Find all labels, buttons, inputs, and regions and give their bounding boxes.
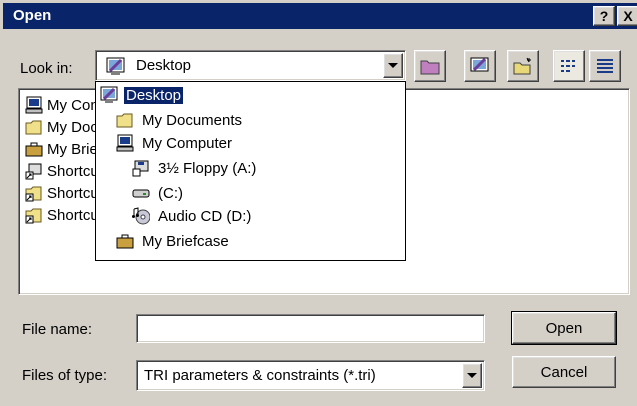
chevron-down-icon bbox=[388, 63, 398, 68]
dropdown-item-my-briefcase[interactable]: My Briefcase bbox=[116, 230, 231, 252]
filetype-label: Files of type: bbox=[22, 367, 108, 384]
help-button[interactable]: ? bbox=[593, 6, 615, 26]
filename-label: File name: bbox=[22, 321, 93, 338]
filename-input[interactable] bbox=[136, 314, 485, 343]
up-folder-icon bbox=[420, 60, 440, 75]
list-item[interactable]: Shortcut bbox=[25, 205, 95, 225]
dropdown-item-label: (C:) bbox=[158, 184, 183, 202]
filetype-dropdown-button[interactable] bbox=[462, 363, 482, 388]
lookin-combo[interactable]: Desktop bbox=[95, 50, 406, 81]
desktop-icon bbox=[100, 86, 118, 103]
dropdown-item-label: Desktop bbox=[124, 86, 184, 104]
dropdown-item-label: My Briefcase bbox=[142, 232, 229, 250]
floppy-icon bbox=[132, 160, 149, 177]
cancel-button[interactable]: Cancel bbox=[512, 356, 616, 388]
list-item[interactable]: Shortcut bbox=[25, 183, 95, 203]
cd-icon bbox=[132, 207, 150, 225]
list-item-label: Shortcut bbox=[47, 206, 95, 224]
desktop-button[interactable] bbox=[464, 50, 496, 82]
list-item[interactable]: My Computer bbox=[25, 95, 95, 115]
window-title: Open bbox=[13, 7, 52, 24]
details-view-icon bbox=[597, 59, 613, 73]
lookin-dropdown-button[interactable] bbox=[383, 53, 403, 78]
title-bar: Open ? X bbox=[3, 3, 637, 29]
dropdown-item-c-drive[interactable]: (C:) bbox=[132, 182, 185, 204]
shortcut-folder-icon bbox=[25, 208, 42, 224]
folder-icon bbox=[116, 113, 133, 128]
list-item[interactable]: Shortcut bbox=[25, 161, 95, 181]
list-item-label: Shortcut bbox=[47, 184, 95, 202]
folder-icon bbox=[25, 120, 42, 135]
dropdown-item-floppy[interactable]: 3½ Floppy (A:) bbox=[132, 157, 258, 179]
dropdown-item-my-documents[interactable]: My Documents bbox=[116, 109, 244, 131]
list-item-label: Shortcut bbox=[47, 162, 95, 180]
filetype-value: TRI parameters & constraints (*.tri) bbox=[144, 367, 376, 384]
details-view-button[interactable] bbox=[589, 50, 621, 82]
up-one-level-button[interactable] bbox=[414, 50, 446, 82]
new-folder-icon bbox=[513, 57, 531, 75]
open-button[interactable]: Open bbox=[511, 311, 617, 345]
list-item[interactable]: My Briefcase bbox=[25, 139, 95, 159]
close-button[interactable]: X bbox=[617, 6, 637, 26]
chevron-down-icon bbox=[467, 373, 477, 378]
list-item[interactable]: My Documents bbox=[25, 117, 95, 137]
list-view-button[interactable] bbox=[553, 50, 585, 82]
list-item-label: My Documents bbox=[47, 118, 95, 136]
shortcut-icon bbox=[25, 163, 42, 180]
dropdown-item-my-computer[interactable]: My Computer bbox=[116, 132, 234, 154]
lookin-value: Desktop bbox=[136, 57, 192, 74]
drive-icon bbox=[132, 189, 150, 198]
dropdown-item-label: Audio CD (D:) bbox=[158, 207, 252, 225]
briefcase-icon bbox=[25, 142, 43, 157]
new-folder-button[interactable] bbox=[507, 50, 539, 82]
briefcase-icon bbox=[116, 234, 134, 249]
computer-icon bbox=[25, 96, 43, 114]
desktop-icon bbox=[106, 56, 125, 75]
dropdown-item-desktop[interactable]: Desktop bbox=[100, 84, 184, 106]
list-item-label: My Briefcase bbox=[47, 140, 95, 158]
dropdown-item-label: 3½ Floppy (A:) bbox=[158, 159, 257, 177]
list-view-icon bbox=[561, 60, 575, 72]
dropdown-item-label: My Computer bbox=[142, 134, 233, 152]
filetype-combo[interactable]: TRI parameters & constraints (*.tri) bbox=[136, 360, 485, 391]
shortcut-folder-icon bbox=[25, 186, 42, 202]
desktop-icon bbox=[470, 57, 489, 72]
dropdown-item-label: My Documents bbox=[142, 111, 243, 129]
lookin-label: Look in: bbox=[20, 60, 73, 77]
lookin-dropdown-list[interactable]: Desktop My Documents My Computer 3½ Flop… bbox=[95, 81, 406, 261]
dropdown-item-audio-cd[interactable]: Audio CD (D:) bbox=[132, 205, 253, 227]
computer-icon bbox=[116, 134, 134, 152]
list-item-label: My Computer bbox=[47, 96, 95, 114]
